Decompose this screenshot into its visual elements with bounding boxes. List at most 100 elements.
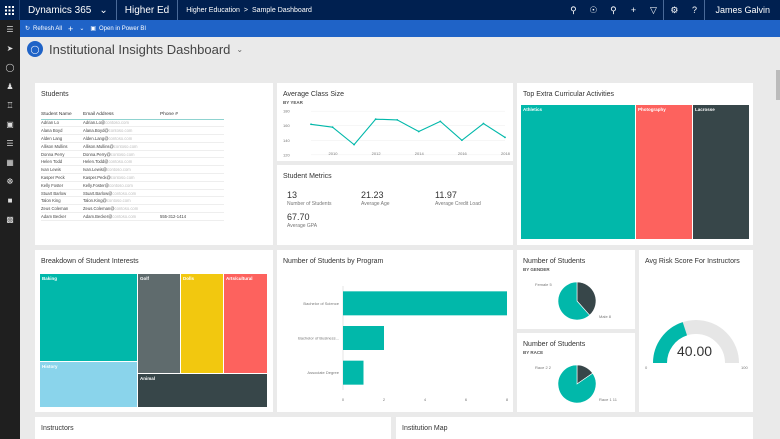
email-cell[interactable]: Stuart.Barlow@contoso.com [83, 189, 160, 198]
group-icon[interactable]: ♖ [0, 96, 20, 115]
bug-icon[interactable]: ☸ [0, 172, 20, 191]
student-name-cell[interactable]: Ivan Lewis [41, 165, 83, 175]
refresh-all-button[interactable]: ↻ Refresh All [25, 25, 62, 33]
student-name-cell[interactable]: Stuart Barlow [41, 189, 83, 198]
app-name[interactable]: Higher Ed [117, 0, 179, 20]
email-cell[interactable]: Alden.Lang@contoso.com [83, 134, 160, 143]
table-row[interactable]: Adam Becker Adam.Becker@contoso.com 555-31… [41, 212, 224, 221]
email-cell[interactable]: Adam.Becker@contoso.com [83, 212, 160, 221]
student-name-cell[interactable]: Donna Perry [41, 150, 83, 159]
filter-icon[interactable]: ▽ [643, 5, 663, 16]
student-name-cell[interactable]: Talon King [41, 196, 83, 206]
breadcrumb-root[interactable]: Higher Education [186, 7, 240, 14]
student-name-cell[interactable]: Kasper Peck [41, 173, 83, 182]
email-user: Stuart.Barlow@ [83, 190, 113, 196]
table-row[interactable]: Kasper Peck Kasper.Peck@contoso.com [41, 173, 224, 182]
treemap-cell-baking[interactable]: Baking [40, 274, 137, 361]
calendar-icon[interactable]: ▦ [0, 153, 20, 172]
treemap-cell-arts-cultural[interactable]: Arts/cultural [224, 274, 267, 373]
student-name-cell[interactable]: Alana Boyd [41, 126, 83, 136]
student-interests-tile: Breakdown of Student Interests Baking Go… [35, 250, 273, 412]
table-row[interactable]: Donna Perry Donna.Perry@contoso.com [41, 150, 224, 159]
chevron-down-icon[interactable]: ⌄ [236, 45, 243, 54]
table-row[interactable]: Alden Lang Alden.Lang@contoso.com [41, 134, 224, 143]
data-point [482, 122, 485, 125]
left-sidebar: ☰ ➤ ◯ ♟ ♖ ▣ ☰ ▦ ☸ ■ ▩ [0, 20, 20, 439]
student-name-cell[interactable]: Alden Lang [41, 134, 83, 143]
student-name-cell[interactable]: Zeus Coleman [41, 204, 83, 214]
student-name-cell[interactable]: Adrian Lo [41, 119, 83, 128]
gear-icon[interactable]: ⚙ [664, 5, 684, 16]
student-name-cell[interactable]: Kelly Foster [41, 181, 83, 190]
gauge-min: 0 [645, 365, 648, 370]
email-cell[interactable]: Talon.King@contoso.com [83, 196, 160, 206]
email-cell[interactable]: Kelly.Foster@contoso.com [83, 181, 160, 190]
table-row[interactable]: Adrian Lo Adrian.Lo@contoso.com [41, 119, 224, 128]
location-pin-icon[interactable]: ⚲ [603, 5, 623, 16]
metric-average-age: 21.23 Average Age [361, 190, 390, 207]
student-name-cell[interactable]: Helen Todd [41, 157, 83, 167]
table-row[interactable]: Zeus Coleman Zeus.Coleman@contoso.com [41, 204, 224, 214]
table-row[interactable]: Helen Todd Helen.Todd@contoso.com [41, 157, 224, 167]
table-row[interactable]: Allison Mullins Allison.Mullins@contoso.c… [41, 142, 224, 151]
email-cell[interactable]: Helen.Todd@contoso.com [83, 157, 160, 167]
document-icon[interactable]: ■ [0, 191, 20, 210]
scrollbar-thumb[interactable] [776, 70, 780, 100]
book-icon[interactable]: ▩ [0, 210, 20, 229]
column-header-phone[interactable]: Phone # [160, 110, 224, 120]
category-label: Bachelor of Business... [298, 336, 339, 341]
tile-title: Institution Map [402, 425, 448, 432]
email-domain: contoso.com [108, 159, 133, 165]
history-icon[interactable]: ◯ [0, 58, 20, 77]
class-size-line-chart: 120 140 160 180 2010 2012 2014 2016 2018 [283, 109, 511, 158]
data-point [353, 143, 356, 146]
data-point [396, 119, 399, 121]
email-cell[interactable]: Kasper.Peck@contoso.com [83, 173, 160, 182]
pin-icon[interactable]: ➤ [0, 39, 20, 58]
email-cell[interactable]: Zeus.Coleman@contoso.com [83, 204, 160, 214]
email-cell[interactable]: Adrian.Lo@contoso.com [83, 119, 160, 128]
treemap-cell-golf[interactable]: Golf [138, 274, 180, 373]
column-header-email[interactable]: Email Address [83, 110, 160, 120]
building-icon[interactable]: ▣ [0, 115, 20, 134]
table-row[interactable]: Ivan Lewis Ivan.Lewis@contoso.com [41, 165, 224, 175]
list-icon[interactable]: ☰ [0, 134, 20, 153]
student-name-cell[interactable]: Adam Becker [41, 212, 83, 221]
email-domain: contoso.com [110, 174, 135, 180]
chevron-down-icon[interactable]: ⌄ [79, 25, 84, 32]
table-row[interactable]: Kelly Foster Kelly.Foster@contoso.com [41, 181, 224, 190]
email-cell[interactable]: Alana.Boyd@contoso.com [83, 126, 160, 136]
email-cell[interactable]: Donna.Perry@contoso.com [83, 150, 160, 159]
column-header-student-name[interactable]: Student Name [41, 110, 83, 120]
email-user: Adrian.Lo@ [83, 120, 106, 126]
student-name-cell[interactable]: Allison Mullins [41, 142, 83, 151]
person-icon[interactable]: ♟ [0, 77, 20, 96]
email-cell[interactable]: Allison.Mullins@contoso.com [83, 142, 160, 151]
breadcrumb-page[interactable]: Sample Dashboard [252, 7, 312, 14]
brand-menu[interactable]: Dynamics 365 ⌄ [20, 0, 117, 20]
email-cell[interactable]: Ivan.Lewis@contoso.com [83, 165, 160, 175]
treemap-cell-photography[interactable]: Photography [636, 105, 692, 239]
treemap-cell-history[interactable]: History [40, 362, 137, 407]
open-in-powerbi-button[interactable]: ▣ Open in Power BI [90, 25, 146, 33]
pie-label: Race 1 11 [599, 397, 618, 402]
email-domain: contoso.com [112, 190, 137, 196]
app-launcher-icon[interactable] [0, 0, 20, 20]
table-row[interactable]: Alana Boyd Alana.Boyd@contoso.com [41, 126, 224, 136]
email-user: Helen.Todd@ [83, 159, 109, 165]
help-icon[interactable]: ? [684, 5, 704, 15]
search-icon[interactable]: ⚲ [563, 5, 583, 16]
user-name[interactable]: James Galvin [705, 5, 780, 15]
treemap-cell-lacrosse[interactable]: Lacrosse [693, 105, 749, 239]
table-row[interactable]: Stuart Barlow Stuart.Barlow@contoso.com [41, 189, 224, 198]
treemap-cell-athletics[interactable]: Athletics [521, 105, 635, 239]
plus-icon[interactable]: + [623, 5, 643, 15]
hamburger-menu-icon[interactable]: ☰ [0, 20, 20, 39]
treemap-cell-animal[interactable]: Animal [138, 374, 267, 407]
treemap-cell-dolls[interactable]: Dolls [181, 274, 223, 373]
new-plus-icon[interactable]: + [68, 24, 73, 34]
tile-title: Students [41, 91, 69, 98]
lightbulb-icon[interactable]: ☉ [583, 5, 603, 16]
table-row[interactable]: Talon King Talon.King@contoso.com [41, 196, 224, 206]
metric-label: Average Age [361, 201, 390, 207]
